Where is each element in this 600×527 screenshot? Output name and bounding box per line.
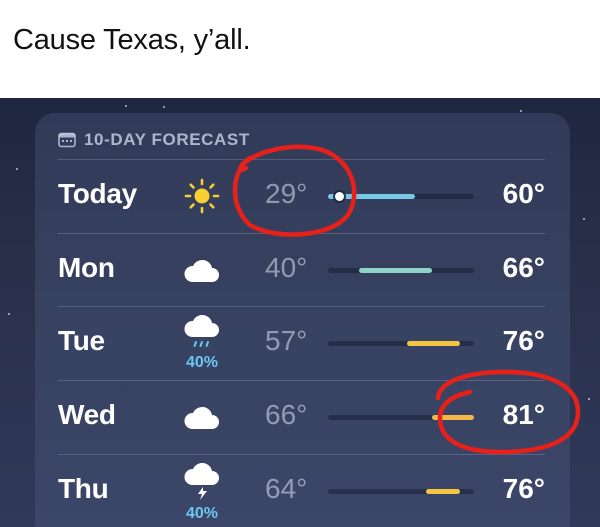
temp-range-track — [328, 415, 474, 420]
star — [125, 105, 127, 107]
temp-range-track — [328, 341, 474, 346]
low-temp: 57° — [265, 325, 308, 356]
star — [583, 218, 585, 220]
high-temp: 81° — [502, 399, 545, 430]
star — [163, 106, 165, 108]
forecast-row-tue[interactable]: Tue 40% 57° 76° — [58, 307, 545, 379]
meme-root: Cause Texas, y’all. 10-DAY FORECAST Toda… — [0, 0, 600, 527]
low-temp: 66° — [265, 399, 308, 430]
calendar-icon — [58, 132, 76, 148]
high-temp: 60° — [502, 178, 545, 209]
high-temp: 76° — [502, 325, 545, 356]
low-temp: 29° — [265, 178, 308, 209]
current-temp-dot — [335, 192, 345, 201]
temp-range-track — [328, 268, 474, 273]
temp-range-bar — [426, 489, 460, 494]
meme-caption: Cause Texas, y’all. — [13, 24, 251, 56]
forecast-row-thu[interactable]: Thu 40% 64° 76° — [58, 455, 545, 527]
precip-chance: 40% — [185, 354, 219, 371]
star — [8, 313, 10, 315]
temp-range-bar — [358, 268, 432, 273]
cloud-icon — [178, 234, 226, 306]
day-label: Tue — [58, 325, 105, 356]
temp-range-track — [328, 489, 474, 494]
high-temp: 76° — [502, 473, 545, 504]
precip-chance: 40% — [185, 505, 219, 522]
forecast-header: 10-DAY FORECAST — [58, 129, 250, 151]
temp-range-bar — [431, 415, 474, 420]
day-label: Mon — [58, 252, 115, 283]
high-temp: 66° — [502, 252, 545, 283]
low-temp: 40° — [265, 252, 308, 283]
forecast-row-today[interactable]: Today 29° 60° — [58, 160, 545, 232]
day-label: Thu — [58, 473, 109, 504]
low-temp: 64° — [265, 473, 308, 504]
forecast-row-wed[interactable]: Wed 66° 81° — [58, 381, 545, 453]
day-label: Today — [58, 178, 137, 209]
cloud-icon — [178, 381, 226, 453]
star — [520, 110, 522, 112]
star — [588, 398, 590, 400]
temp-range-track — [328, 192, 474, 201]
forecast-row-mon[interactable]: Mon 40° 66° — [58, 234, 545, 306]
forecast-header-label: 10-DAY FORECAST — [84, 130, 250, 149]
sun-icon — [178, 160, 226, 232]
temp-range-bar — [406, 341, 460, 346]
day-label: Wed — [58, 399, 116, 430]
star — [16, 168, 18, 170]
